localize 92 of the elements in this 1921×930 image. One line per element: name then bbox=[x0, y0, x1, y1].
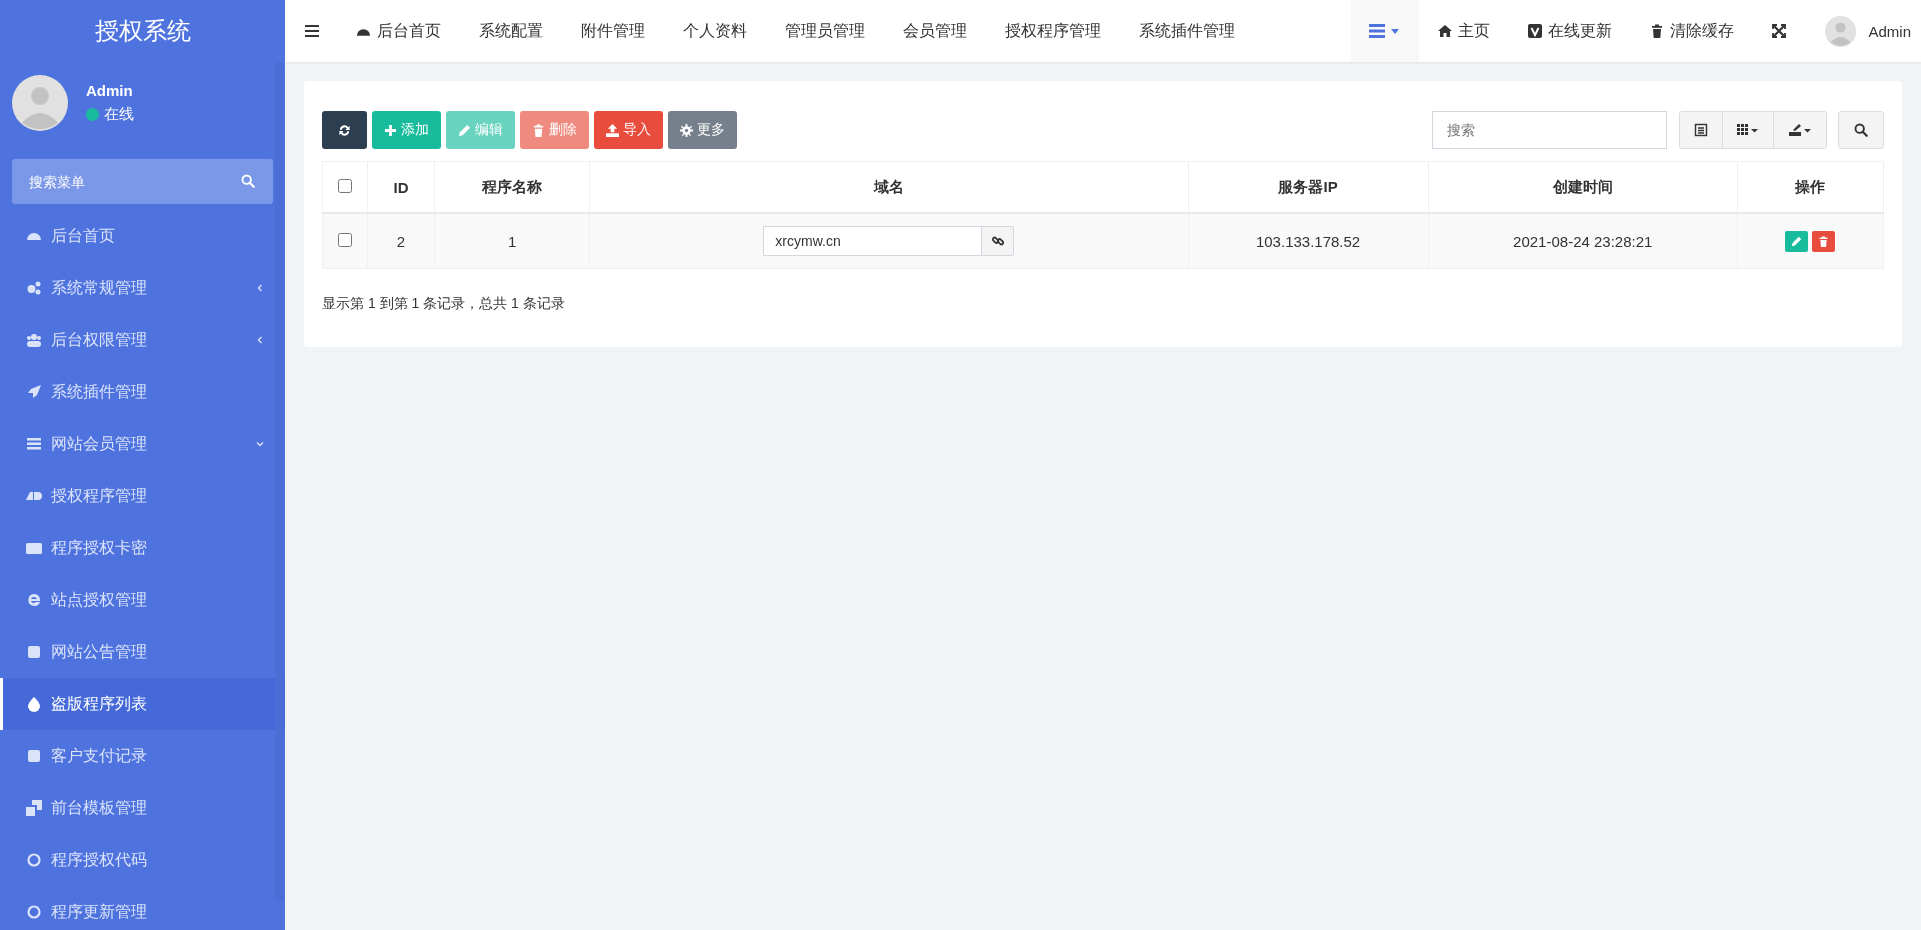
sidebar-menu-item[interactable]: 后台首页 bbox=[0, 210, 285, 262]
import-button[interactable]: 导入 bbox=[594, 111, 663, 149]
letter-e-icon bbox=[26, 592, 42, 608]
letter-v-icon bbox=[1528, 24, 1543, 38]
sidebar-menu-item[interactable]: 网站会员管理 bbox=[0, 418, 285, 470]
refresh-icon bbox=[338, 123, 351, 137]
users-icon bbox=[26, 332, 42, 348]
user-status: 在线 bbox=[104, 105, 134, 124]
nav-link[interactable]: 在线更新 bbox=[1509, 0, 1632, 62]
circle-icon bbox=[26, 904, 42, 920]
upload-icon bbox=[606, 123, 619, 137]
list-icon bbox=[1694, 123, 1708, 137]
nav-tab[interactable]: 系统插件管理 bbox=[1120, 0, 1254, 62]
windows-icon bbox=[26, 800, 42, 816]
column-header: 创建时间 bbox=[1552, 177, 1613, 195]
expand-icon bbox=[1772, 24, 1787, 38]
table-search-field[interactable]: 搜索 bbox=[1432, 111, 1667, 149]
grid-icon bbox=[1737, 124, 1759, 136]
search-icon bbox=[1854, 123, 1868, 137]
add-button[interactable]: 添加 bbox=[372, 111, 441, 149]
table-cell: 2021-08-24 23:28:21 bbox=[1513, 232, 1653, 250]
more-button[interactable]: 更多 bbox=[668, 111, 737, 149]
open-link-button[interactable] bbox=[981, 226, 1015, 256]
scrollbar[interactable] bbox=[275, 62, 284, 902]
table-cell: 103.133.178.52 bbox=[1255, 232, 1361, 250]
user-name[interactable]: Admin bbox=[1868, 22, 1911, 40]
nav-link[interactable]: 清除缓存 bbox=[1631, 0, 1754, 62]
sidebar-menu-item[interactable]: 程序更新管理 bbox=[0, 886, 285, 930]
sidebar-menu-item[interactable]: 系统插件管理 bbox=[0, 366, 285, 418]
export-icon bbox=[1788, 123, 1812, 137]
list-icon bbox=[26, 436, 42, 452]
menu-dropdown-button[interactable] bbox=[1351, 0, 1420, 62]
domain-field[interactable]: xrcymw.cn bbox=[763, 226, 982, 256]
sidebar-menu-item[interactable]: 站点授权管理 bbox=[0, 574, 285, 626]
nav-tab[interactable]: 授权程序管理 bbox=[986, 0, 1120, 62]
columns-button[interactable] bbox=[1722, 112, 1773, 148]
table-cell: 1 bbox=[507, 232, 517, 250]
sidebar-menu-item[interactable]: 授权程序管理 bbox=[0, 470, 285, 522]
export-button[interactable] bbox=[1773, 112, 1826, 148]
id-card-icon bbox=[26, 540, 42, 556]
delete-button[interactable] bbox=[1812, 230, 1836, 252]
gear-icon bbox=[680, 123, 693, 137]
home-icon bbox=[1438, 24, 1453, 38]
column-header: 域名 bbox=[873, 177, 904, 195]
nav-tab[interactable]: 后台首页 bbox=[337, 0, 460, 62]
column-header: 程序名称 bbox=[482, 177, 543, 195]
trash-icon bbox=[1650, 24, 1665, 38]
sidebar-menu-item[interactable]: 前台模板管理 bbox=[0, 782, 285, 834]
nav-link[interactable]: 主页 bbox=[1419, 0, 1510, 62]
sidebar-menu-item[interactable]: 网站公告管理 bbox=[0, 626, 285, 678]
sidebar-menu-item[interactable]: 后台权限管理 bbox=[0, 314, 285, 366]
sidebar-menu-item[interactable]: 系统常规管理 bbox=[0, 262, 285, 314]
toggle-view-button[interactable] bbox=[1680, 112, 1722, 148]
nav-tab[interactable]: 系统配置 bbox=[460, 0, 562, 62]
pencil-icon bbox=[1791, 235, 1803, 247]
trash-icon bbox=[1818, 235, 1830, 247]
sidebar-menu-item[interactable]: 程序授权代码 bbox=[0, 834, 285, 886]
app-logo-text: 授权系统 bbox=[93, 16, 192, 46]
row-checkbox[interactable] bbox=[338, 232, 352, 247]
search-icon bbox=[241, 174, 255, 188]
column-header: ID bbox=[393, 178, 409, 196]
search-button[interactable] bbox=[1838, 111, 1884, 149]
select-all-checkbox[interactable] bbox=[338, 178, 352, 193]
link-icon bbox=[991, 235, 1004, 247]
drop-icon bbox=[26, 696, 42, 712]
chevron-icon bbox=[255, 283, 265, 293]
chevron-icon bbox=[255, 335, 265, 345]
column-header: 操作 bbox=[1795, 177, 1826, 195]
sidebar-menu-item[interactable]: 客户支付记录 bbox=[0, 730, 285, 782]
sidebar-menu-item[interactable]: 盗版程序列表 bbox=[0, 678, 285, 730]
refresh-button[interactable] bbox=[322, 111, 367, 149]
caret-icon bbox=[1391, 28, 1400, 34]
menu-search-field[interactable]: 搜索菜单 bbox=[12, 159, 273, 204]
nav-tab[interactable]: 会员管理 bbox=[884, 0, 986, 62]
avatar-icon bbox=[1825, 15, 1857, 47]
plus-icon bbox=[384, 123, 397, 137]
menu-icon bbox=[305, 25, 319, 37]
table-cell: 2 bbox=[396, 232, 406, 250]
nav-tab[interactable]: 附件管理 bbox=[562, 0, 664, 62]
pencil-icon bbox=[458, 123, 471, 137]
nav-tab[interactable]: 个人资料 bbox=[664, 0, 766, 62]
sidebar-menu-item[interactable]: 程序授权卡密 bbox=[0, 522, 285, 574]
trash-icon bbox=[532, 123, 545, 137]
column-header: 服务器IP bbox=[1278, 177, 1338, 195]
user-name: Admin bbox=[86, 82, 134, 99]
list-icon bbox=[1369, 24, 1386, 38]
rocket-icon bbox=[26, 384, 42, 400]
pagination-info: 显示第 1 到第 1 条记录，总共 1 条记录 bbox=[322, 295, 566, 313]
circle-icon bbox=[26, 852, 42, 868]
nav-tab[interactable]: 管理员管理 bbox=[766, 0, 884, 62]
chevron-icon bbox=[255, 439, 265, 449]
avatar-icon bbox=[12, 75, 68, 131]
